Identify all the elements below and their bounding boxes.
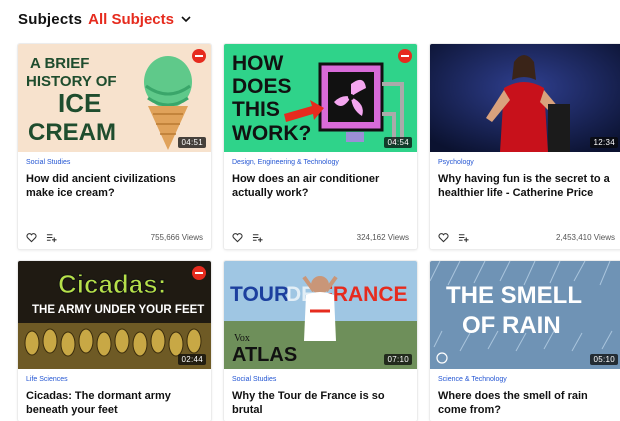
video-thumbnail[interactable]: 12:34 — [430, 44, 620, 152]
heart-icon[interactable] — [438, 232, 449, 243]
thumb-text: ICE — [58, 88, 101, 118]
brand-logo-icon — [398, 49, 412, 63]
video-thumbnail[interactable]: TOUR DE FRANCE Vox ATLAS 07:10 — [224, 261, 417, 369]
thumb-text: OF RAIN — [462, 312, 561, 339]
video-title[interactable]: How does an air conditioner actually wor… — [232, 172, 409, 200]
add-to-list-icon[interactable] — [458, 232, 469, 243]
view-count: 324,162 Views — [356, 232, 409, 242]
video-duration: 12:34 — [590, 137, 618, 148]
thumb-text: TOUR — [230, 283, 289, 306]
video-card[interactable]: A BRIEF HISTORY OF ICE CREAM 04:51 Socia… — [18, 44, 211, 249]
video-thumbnail[interactable]: Cicadas: THE ARMY UNDER YOUR FEET 02:44 — [18, 261, 211, 369]
thumb-text: THE SMELL — [446, 282, 582, 309]
subject-link[interactable]: Social Studies — [26, 158, 203, 168]
thumb-text: DOES — [232, 75, 292, 98]
video-duration: 04:51 — [178, 137, 206, 148]
add-to-list-icon[interactable] — [252, 232, 263, 243]
thumb-text: A BRIEF — [30, 55, 89, 72]
thumb-text: Vox — [234, 333, 250, 344]
thumb-text: ATLAS — [232, 344, 297, 366]
subject-link[interactable]: Life Sciences — [26, 375, 203, 385]
video-card[interactable]: THE SMELL OF RAIN 05:10 Science & Techno… — [430, 261, 620, 421]
video-card[interactable]: TOUR DE FRANCE Vox ATLAS 07:10 Social St… — [224, 261, 417, 421]
brand-logo-icon — [192, 266, 206, 280]
subject-link[interactable]: Social Studies — [232, 375, 409, 385]
subject-link[interactable]: Design, Engineering & Technology — [232, 158, 409, 168]
video-title[interactable]: How did ancient civilizations make ice c… — [26, 172, 203, 200]
thumb-text: THE ARMY UNDER YOUR FEET — [32, 304, 204, 316]
chevron-down-icon[interactable] — [180, 13, 192, 25]
subjects-dropdown[interactable]: All Subjects — [88, 11, 192, 28]
thumb-text: WORK? — [232, 122, 311, 145]
video-duration: 02:44 — [178, 354, 206, 365]
subject-link[interactable]: Psychology — [438, 158, 615, 168]
thumb-text: CREAM — [28, 119, 116, 146]
view-count: 2,453,410 Views — [555, 232, 615, 242]
video-duration: 05:10 — [590, 354, 618, 365]
view-count: 755,666 Views — [150, 232, 203, 242]
video-title[interactable]: Why having fun is the secret to a health… — [438, 172, 615, 200]
video-thumbnail[interactable]: HOW DOES THIS WORK? 04:54 — [224, 44, 417, 152]
heart-icon[interactable] — [26, 232, 37, 243]
thumb-text: THIS — [232, 98, 280, 121]
subject-link[interactable]: Science & Technology — [438, 375, 615, 385]
video-duration: 04:54 — [384, 137, 412, 148]
video-card[interactable]: 12:34 Psychology Why having fun is the s… — [430, 44, 620, 249]
thumb-text: Cicadas: — [58, 269, 166, 299]
add-to-list-icon[interactable] — [46, 232, 57, 243]
heart-icon[interactable] — [232, 232, 243, 243]
video-thumbnail[interactable]: THE SMELL OF RAIN 05:10 — [430, 261, 620, 369]
thumb-text: HOW — [232, 52, 284, 75]
subjects-dropdown-value[interactable]: All Subjects — [88, 11, 174, 28]
video-duration: 07:10 — [384, 354, 412, 365]
brand-logo-icon — [192, 49, 206, 63]
subjects-label: Subjects — [18, 10, 83, 28]
video-card[interactable]: HOW DOES THIS WORK? 04:54 Design, Engine… — [224, 44, 417, 249]
video-card[interactable]: Cicadas: THE ARMY UNDER YOUR FEET 02:44 … — [18, 261, 211, 421]
video-thumbnail[interactable]: A BRIEF HISTORY OF ICE CREAM 04:51 — [18, 44, 211, 152]
subjects-filter: Subjects All Subjects — [18, 8, 192, 30]
